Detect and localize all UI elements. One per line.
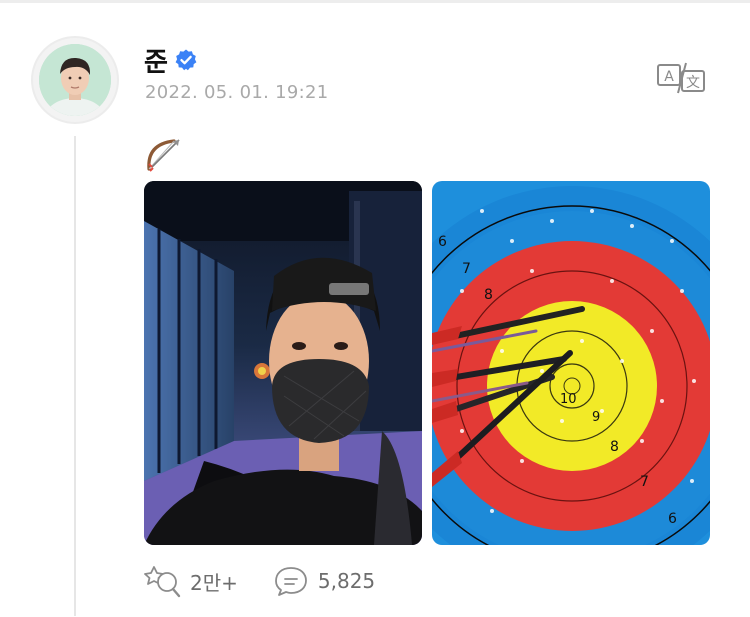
svg-text:7: 7 bbox=[462, 261, 471, 277]
svg-text:8: 8 bbox=[484, 287, 493, 303]
svg-text:A: A bbox=[664, 69, 674, 85]
avatar[interactable] bbox=[39, 44, 111, 116]
post-photo-selfie[interactable] bbox=[144, 181, 422, 545]
like-button[interactable]: 2만+ bbox=[144, 564, 238, 598]
comment-button[interactable]: 5,825 bbox=[272, 564, 375, 598]
svg-text:8: 8 bbox=[610, 439, 619, 455]
author-avatar-ring[interactable] bbox=[31, 36, 119, 124]
svg-text:10: 10 bbox=[560, 392, 577, 407]
comment-icon bbox=[272, 564, 310, 598]
svg-text:6: 6 bbox=[438, 234, 447, 250]
author-header: 준 bbox=[144, 42, 198, 78]
svg-text:9: 9 bbox=[592, 410, 600, 425]
comment-count: 5,825 bbox=[317, 569, 376, 593]
post-actions: 2만+ 5,825 bbox=[144, 562, 375, 600]
post-photo-target[interactable]: 6 7 8 9 10 8 7 6 bbox=[432, 181, 710, 545]
translate-button[interactable]: A 文 bbox=[656, 60, 708, 96]
top-divider bbox=[0, 0, 750, 3]
verified-badge-icon bbox=[174, 48, 198, 72]
like-icon bbox=[144, 564, 182, 598]
svg-text:文: 文 bbox=[686, 75, 700, 91]
bow-and-arrow-emoji-icon bbox=[144, 136, 184, 172]
translate-icon: A 文 bbox=[657, 62, 705, 94]
like-count: 2만+ bbox=[190, 570, 238, 595]
thread-line bbox=[74, 136, 76, 616]
author-name[interactable]: 준 bbox=[144, 42, 168, 79]
svg-text:7: 7 bbox=[640, 474, 649, 490]
post-timestamp: 2022. 05. 01. 19:21 bbox=[145, 82, 329, 103]
svg-text:6: 6 bbox=[668, 511, 677, 527]
